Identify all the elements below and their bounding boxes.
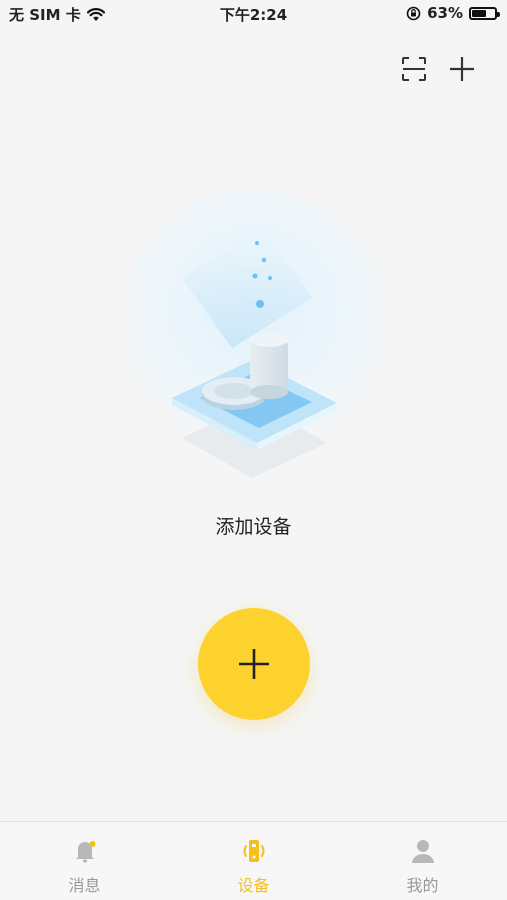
tab-bar: 消息 设备 我的 xyxy=(0,821,507,900)
tab-devices[interactable]: 设备 xyxy=(169,822,338,900)
tab-label: 消息 xyxy=(68,876,101,895)
tab-me[interactable]: 我的 xyxy=(338,822,507,900)
battery-fill xyxy=(472,9,486,17)
plus-icon xyxy=(239,649,269,679)
top-actions xyxy=(399,54,477,84)
orientation-lock-icon xyxy=(406,6,421,20)
tab-label: 我的 xyxy=(406,876,439,895)
user-icon xyxy=(411,840,434,863)
plus-icon[interactable] xyxy=(447,54,477,84)
tab-label: 设备 xyxy=(237,876,270,895)
tab-messages[interactable]: 消息 xyxy=(0,822,169,900)
battery-icon xyxy=(469,6,500,20)
battery-percent: 63% xyxy=(427,4,463,22)
device-icon xyxy=(243,840,264,862)
add-device-illustration xyxy=(120,189,388,478)
bell-icon xyxy=(75,841,95,863)
add-device-button[interactable] xyxy=(198,608,310,720)
add-device-title: 添加设备 xyxy=(215,516,292,538)
status-bar: 无 SIM 卡 下午2:24 63% xyxy=(0,0,507,28)
scan-icon[interactable] xyxy=(399,54,429,84)
status-right: 63% xyxy=(406,4,500,22)
